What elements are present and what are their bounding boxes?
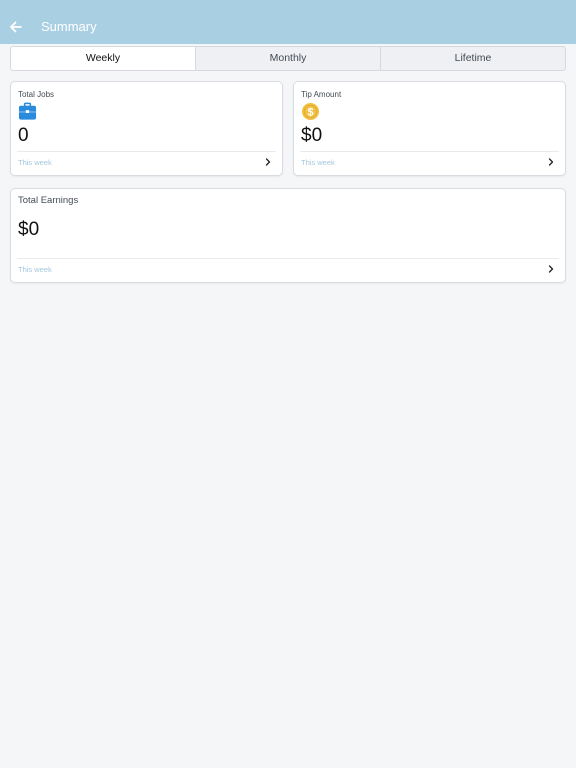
svg-text:$: $: [307, 106, 313, 118]
total-earnings-card: Total Earnings $0 This week: [10, 188, 566, 283]
briefcase-icon: [18, 102, 37, 120]
total-earnings-label: Total Earnings: [18, 195, 79, 206]
period-tabs: Weekly Monthly Lifetime: [10, 46, 566, 71]
tab-monthly[interactable]: Monthly: [196, 47, 381, 70]
tip-amount-card: Tip Amount $ $0 This week: [293, 81, 566, 176]
tip-amount-footer-text: This week: [301, 158, 335, 167]
total-jobs-label: Total Jobs: [18, 90, 55, 99]
tip-amount-value: $0: [301, 125, 323, 146]
total-jobs-card: Total Jobs 0 This week: [10, 81, 283, 176]
chevron-right-icon: [548, 265, 554, 273]
tab-weekly[interactable]: Weekly: [11, 47, 196, 70]
chevron-right-icon: [548, 158, 554, 166]
tip-amount-footer-link[interactable]: This week: [300, 151, 559, 173]
total-earnings-footer-text: This week: [18, 265, 52, 274]
page-title: Summary: [41, 19, 97, 34]
tab-lifetime[interactable]: Lifetime: [381, 47, 565, 70]
total-jobs-footer-link[interactable]: This week: [17, 151, 276, 173]
total-earnings-value: $0: [18, 219, 40, 240]
total-jobs-value: 0: [18, 125, 29, 146]
app-header: Summary: [0, 0, 576, 44]
total-earnings-footer-link[interactable]: This week: [17, 258, 559, 280]
total-jobs-footer-text: This week: [18, 158, 52, 167]
back-arrow-icon[interactable]: [6, 17, 26, 37]
dollar-coin-icon: $: [301, 102, 320, 121]
chevron-right-icon: [265, 158, 271, 166]
tip-amount-label: Tip Amount: [301, 90, 342, 99]
